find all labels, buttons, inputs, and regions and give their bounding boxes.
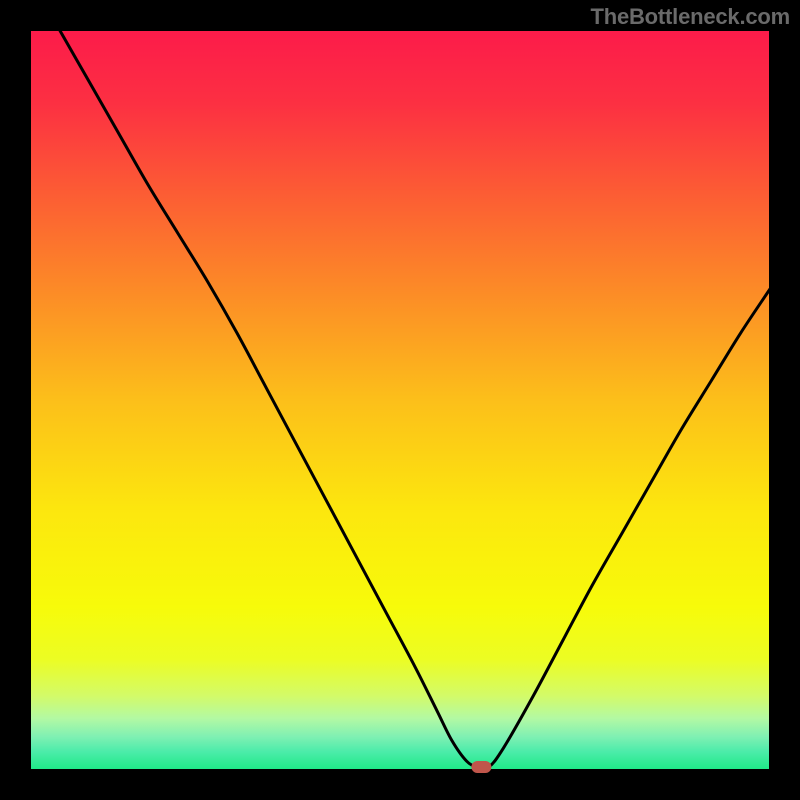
bottleneck-chart: TheBottleneck.com — [0, 0, 800, 800]
chart-plot-area — [30, 30, 770, 770]
watermark-label: TheBottleneck.com — [590, 4, 790, 30]
chart-svg — [0, 0, 800, 800]
optimum-marker — [471, 761, 491, 773]
